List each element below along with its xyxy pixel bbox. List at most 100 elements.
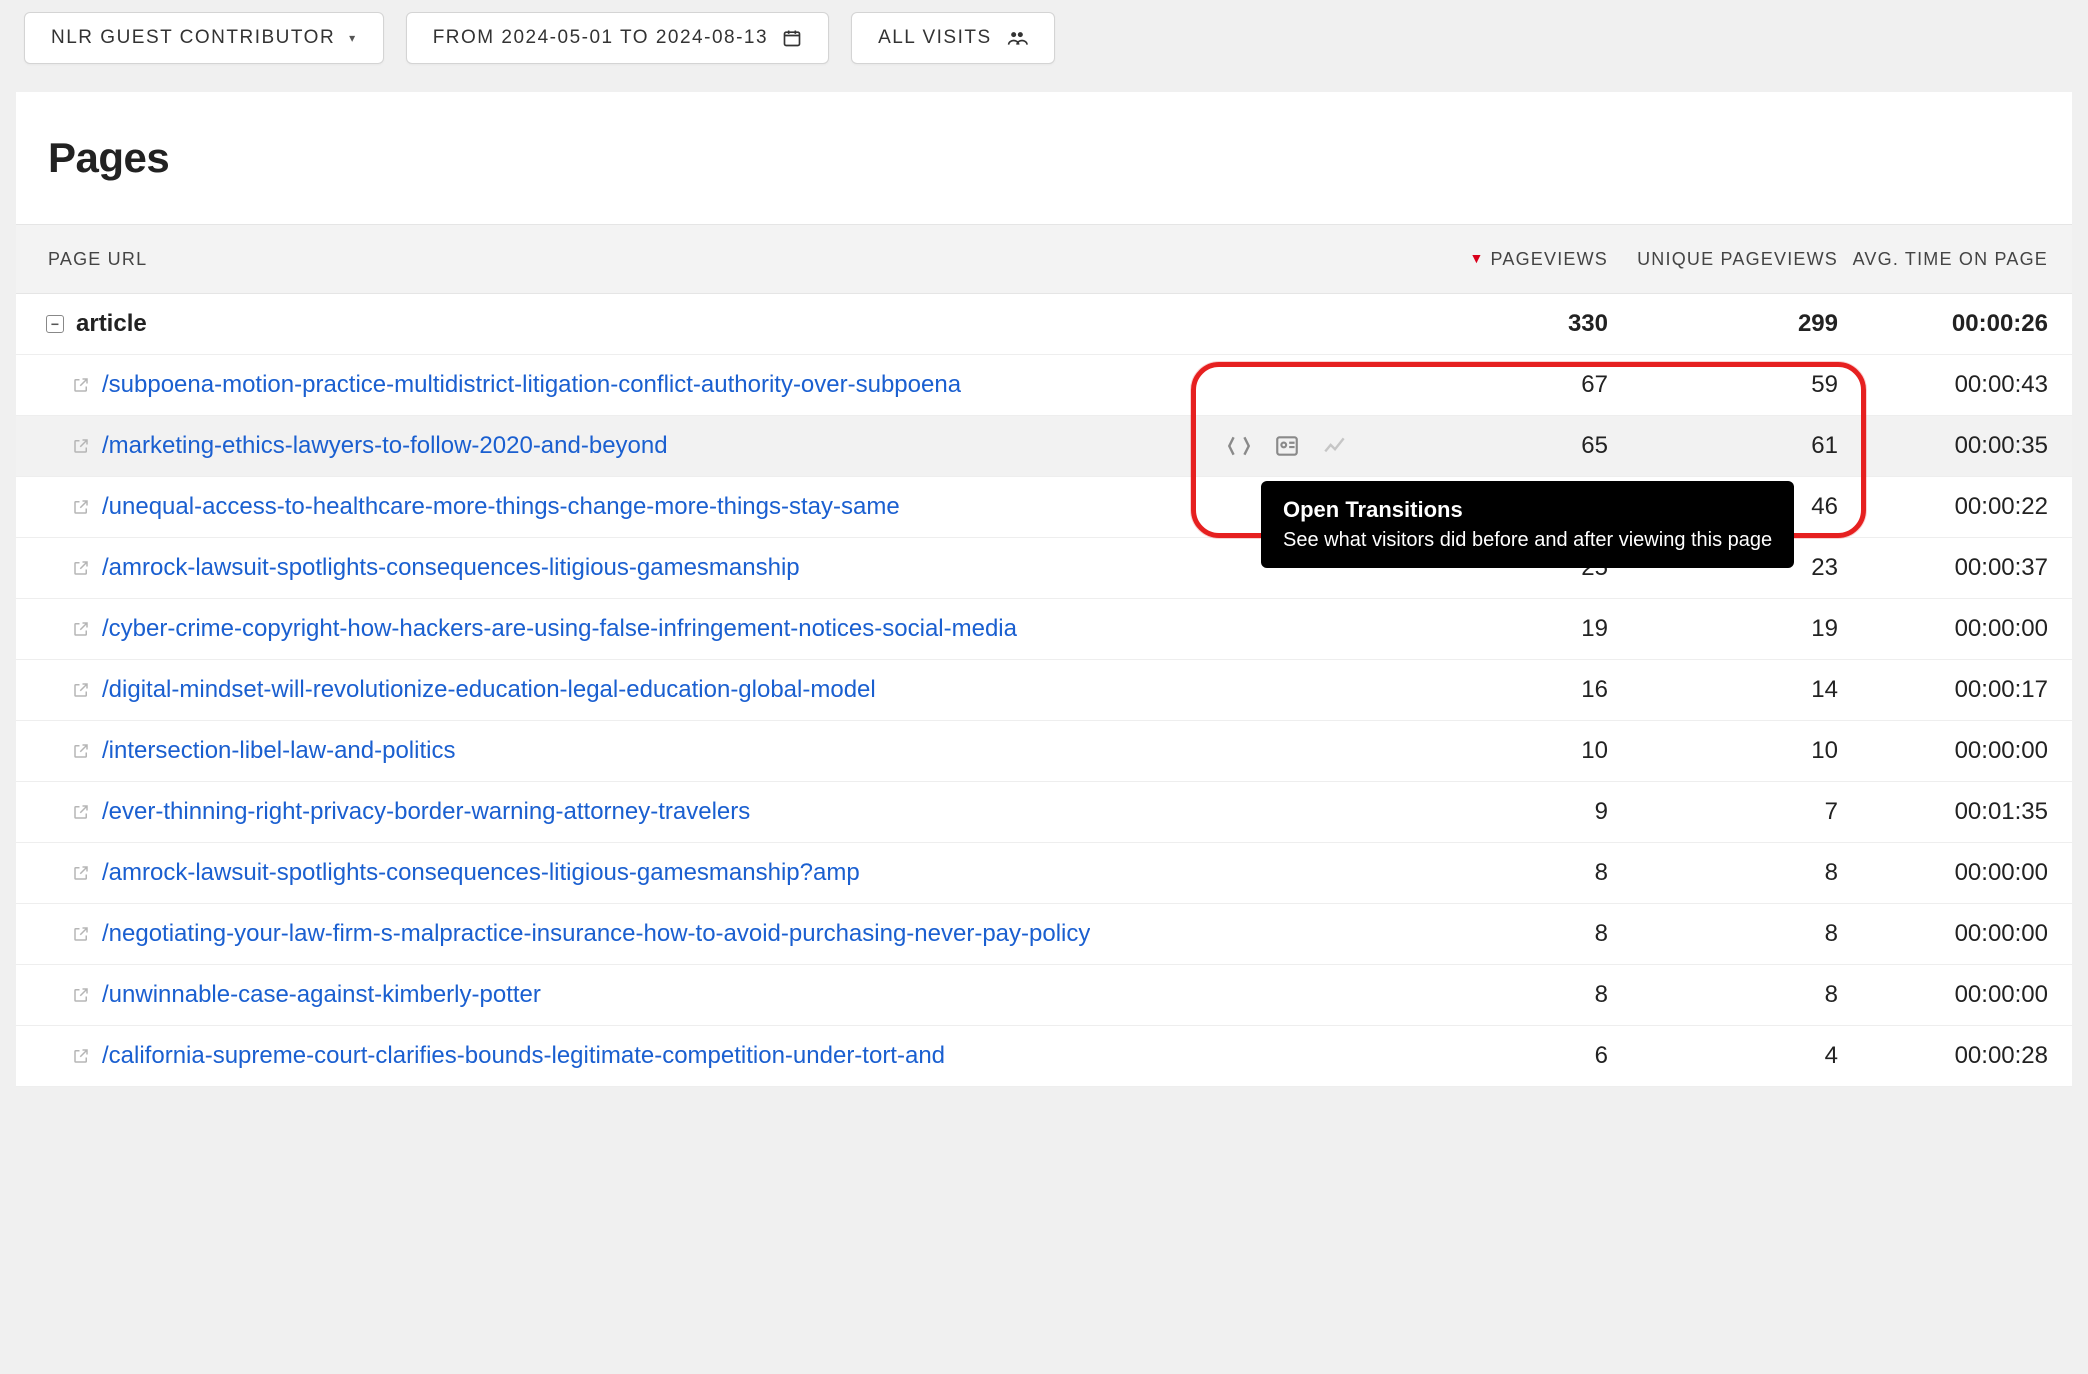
filter-label: NLR GUEST CONTRIBUTOR [51,27,335,49]
table-row[interactable]: /amrock-lawsuit-spotlights-consequences-… [16,843,2072,904]
external-link-icon[interactable] [72,803,90,821]
page-url-link[interactable]: /subpoena-motion-practice-multidistrict-… [102,371,961,399]
url-cell: /subpoena-motion-practice-multidistrict-… [72,371,1378,399]
pages-panel: Pages PAGE URL ▼ PAGEVIEWS UNIQUE PAGEVIE… [16,92,2072,1087]
cell-avgtime: 00:00:00 [1838,737,2048,765]
external-link-icon[interactable] [72,376,90,394]
calendar-icon [782,28,802,48]
cell-avgtime: 00:00:00 [1838,615,2048,643]
group-pageviews: 330 [1378,310,1608,338]
daterange-label: FROM 2024-05-01 TO 2024-08-13 [433,27,768,49]
table-row[interactable]: /negotiating-your-law-firm-s-malpractice… [16,904,2072,965]
external-link-icon[interactable] [72,742,90,760]
cell-pageviews: 8 [1378,920,1608,948]
table-row[interactable]: /cyber-crime-copyright-how-hackers-are-u… [16,599,2072,660]
sort-desc-icon: ▼ [1469,249,1484,268]
col-pageviews[interactable]: ▼ PAGEVIEWS [1378,247,1608,271]
page-url-link[interactable]: /digital-mindset-will-revolutionize-educ… [102,676,876,704]
cell-unique: 59 [1608,371,1838,399]
col-pageviews-label: PAGEVIEWS [1491,249,1609,269]
cell-avgtime: 00:00:00 [1838,920,2048,948]
cell-avgtime: 00:00:28 [1838,1042,2048,1070]
cell-avgtime: 00:00:00 [1838,859,2048,887]
page-url-link[interactable]: /amrock-lawsuit-spotlights-consequences-… [102,859,860,887]
cell-avgtime: 00:00:00 [1838,981,2048,1009]
page-url-link[interactable]: /marketing-ethics-lawyers-to-follow-2020… [102,432,668,460]
group-row[interactable]: − article 330 299 00:00:26 [16,294,2072,355]
url-cell: /marketing-ethics-lawyers-to-follow-2020… [72,432,1378,460]
users-icon [1006,28,1028,48]
url-cell: /unequal-access-to-healthcare-more-thing… [72,493,1378,521]
cell-pageviews: 16 [1378,676,1608,704]
external-link-icon[interactable] [72,498,90,516]
page-url-link[interactable]: /amrock-lawsuit-spotlights-consequences-… [102,554,800,582]
daterange-picker[interactable]: FROM 2024-05-01 TO 2024-08-13 [406,12,829,64]
table-row[interactable]: /marketing-ethics-lawyers-to-follow-2020… [16,416,2072,477]
page-url-link[interactable]: /unwinnable-case-against-kimberly-potter [102,981,541,1009]
external-link-icon[interactable] [72,986,90,1004]
table-body: − article 330 299 00:00:26 /subpoena-mot… [16,294,2072,1087]
col-page-url[interactable]: PAGE URL [48,247,1378,271]
url-cell: /unwinnable-case-against-kimberly-potter [72,981,1378,1009]
page-url-link[interactable]: /ever-thinning-right-privacy-border-warn… [102,798,750,826]
cell-avgtime: 00:00:35 [1838,432,2048,460]
table-row[interactable]: /california-supreme-court-clarifies-boun… [16,1026,2072,1087]
url-cell: /digital-mindset-will-revolutionize-educ… [72,676,1378,704]
row-evolution-icon[interactable] [1318,431,1352,461]
cell-unique: 8 [1608,981,1838,1009]
table-row[interactable]: /subpoena-motion-practice-multidistrict-… [16,355,2072,416]
external-link-icon[interactable] [72,681,90,699]
cell-pageviews: 65 [1378,432,1608,460]
cell-pageviews: 8 [1378,859,1608,887]
table-row[interactable]: /digital-mindset-will-revolutionize-educ… [16,660,2072,721]
toolbar: NLR GUEST CONTRIBUTOR ▾ FROM 2024-05-01 … [0,0,2088,76]
group-avgtime: 00:00:26 [1838,310,2048,338]
cell-unique: 61 [1608,432,1838,460]
external-link-icon[interactable] [72,437,90,455]
group-unique: 299 [1608,310,1838,338]
page-url-link[interactable]: /unequal-access-to-healthcare-more-thing… [102,493,900,521]
cell-unique: 7 [1608,798,1838,826]
cell-pageviews: 67 [1378,371,1608,399]
table-row[interactable]: /intersection-libel-law-and-politics 10 … [16,721,2072,782]
page-url-link[interactable]: /negotiating-your-law-firm-s-malpractice… [102,920,1090,948]
tooltip-title: Open Transitions [1283,495,1772,526]
cell-unique: 8 [1608,859,1838,887]
external-link-icon[interactable] [72,925,90,943]
cell-avgtime: 00:00:17 [1838,676,2048,704]
cell-unique: 14 [1608,676,1838,704]
row-actions [1222,431,1352,461]
cell-avgtime: 00:01:35 [1838,798,2048,826]
external-link-icon[interactable] [72,864,90,882]
filter-dropdown[interactable]: NLR GUEST CONTRIBUTOR ▾ [24,12,384,64]
table-header: PAGE URL ▼ PAGEVIEWS UNIQUE PAGEVIEWS AVG… [16,224,2072,294]
panel-title: Pages [16,92,2072,224]
url-cell: /amrock-lawsuit-spotlights-consequences-… [72,554,1378,582]
col-avg-time[interactable]: AVG. TIME ON PAGE [1838,247,2048,271]
segment-label: ALL VISITS [878,27,992,49]
cell-avgtime: 00:00:22 [1838,493,2048,521]
group-label: article [76,310,147,338]
collapse-icon[interactable]: − [46,315,64,333]
url-cell: /negotiating-your-law-firm-s-malpractice… [72,920,1378,948]
page-url-link[interactable]: /cyber-crime-copyright-how-hackers-are-u… [102,615,1017,643]
cell-pageviews: 8 [1378,981,1608,1009]
cell-pageviews: 10 [1378,737,1608,765]
table-row[interactable]: /unwinnable-case-against-kimberly-potter… [16,965,2072,1026]
table-row[interactable]: /ever-thinning-right-privacy-border-warn… [16,782,2072,843]
page-url-link[interactable]: /california-supreme-court-clarifies-boun… [102,1042,945,1070]
tooltip: Open Transitions See what visitors did b… [1261,481,1794,568]
external-link-icon[interactable] [72,620,90,638]
cell-pageviews: 9 [1378,798,1608,826]
page-url-link[interactable]: /intersection-libel-law-and-politics [102,737,455,765]
url-cell: /intersection-libel-law-and-politics [72,737,1378,765]
cell-unique: 8 [1608,920,1838,948]
col-unique-pageviews[interactable]: UNIQUE PAGEVIEWS [1608,247,1838,271]
overlay-icon[interactable] [1270,431,1304,461]
external-link-icon[interactable] [72,1047,90,1065]
tooltip-body: See what visitors did before and after v… [1283,526,1772,554]
cell-avgtime: 00:00:43 [1838,371,2048,399]
external-link-icon[interactable] [72,559,90,577]
transitions-icon[interactable] [1222,431,1256,461]
segment-picker[interactable]: ALL VISITS [851,12,1055,64]
